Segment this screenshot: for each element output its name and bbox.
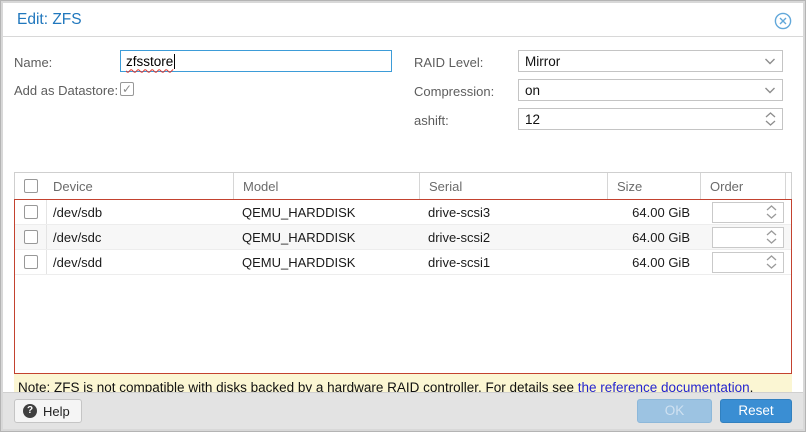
- chevron-up-down-icon[interactable]: [766, 253, 777, 272]
- question-circle-icon: ?: [23, 404, 37, 418]
- note-suffix: .: [750, 380, 754, 393]
- raid-level-combobox[interactable]: Mirror: [518, 50, 783, 72]
- cell-size: 64.00 GiB: [607, 200, 700, 224]
- order-spinner[interactable]: [712, 252, 784, 273]
- cell-serial: drive-scsi1: [419, 250, 607, 274]
- note-text: Note: ZFS is not compatible with disks b…: [18, 380, 578, 393]
- ashift-row: ashift: 12: [414, 108, 783, 130]
- column-header-device[interactable]: Device: [47, 173, 233, 199]
- select-all-checkbox[interactable]: [24, 179, 38, 193]
- dialog-content: Name: zfsstore Add as Datastore: RAID Le…: [3, 37, 803, 392]
- add-datastore-label: Add as Datastore:: [14, 79, 120, 99]
- row-checkbox[interactable]: [24, 230, 38, 244]
- compression-value: on: [525, 83, 540, 98]
- ashift-value: 12: [525, 112, 540, 127]
- add-datastore-checkbox[interactable]: [120, 82, 134, 96]
- compression-row: Compression: on: [414, 79, 783, 101]
- disk-table-header: Device Model Serial Size Order: [14, 172, 792, 199]
- chevron-up-down-icon[interactable]: [765, 109, 776, 129]
- table-row[interactable]: /dev/sdc QEMU_HARDDISK drive-scsi2 64.00…: [15, 225, 791, 250]
- cell-model: QEMU_HARDDISK: [233, 200, 419, 224]
- help-button-label: Help: [43, 404, 70, 419]
- compression-label: Compression:: [414, 80, 518, 100]
- dialog-frame: Edit: ZFS Name: zfsstore: [0, 0, 806, 432]
- dialog-title: Edit: ZFS: [17, 11, 82, 29]
- order-spinner[interactable]: [712, 227, 784, 248]
- name-input[interactable]: zfsstore: [120, 50, 392, 72]
- ashift-spinner[interactable]: 12: [518, 108, 783, 130]
- name-row: Name: zfsstore: [14, 50, 392, 72]
- cell-model: QEMU_HARDDISK: [233, 250, 419, 274]
- cell-device: /dev/sdb: [47, 200, 233, 224]
- cell-size: 64.00 GiB: [607, 250, 700, 274]
- cell-serial: drive-scsi3: [419, 200, 607, 224]
- disk-table-body: /dev/sdb QEMU_HARDDISK drive-scsi3 64.00…: [14, 199, 792, 374]
- name-input-value: zfsstore: [126, 54, 173, 69]
- form-right-column: RAID Level: Mirror Compression: on: [414, 50, 792, 137]
- row-checkbox[interactable]: [24, 255, 38, 269]
- dialog-titlebar: Edit: ZFS: [3, 3, 803, 37]
- table-row[interactable]: /dev/sdd QEMU_HARDDISK drive-scsi1 64.00…: [15, 250, 791, 275]
- form-left-column: Name: zfsstore Add as Datastore:: [14, 50, 392, 137]
- disk-table: Device Model Serial Size Order /dev/sdb …: [14, 172, 792, 374]
- text-caret: [174, 54, 175, 69]
- raid-level-row: RAID Level: Mirror: [414, 50, 783, 72]
- raid-level-value: Mirror: [525, 54, 560, 69]
- chevron-up-down-icon[interactable]: [766, 228, 777, 247]
- column-header-size[interactable]: Size: [607, 173, 700, 199]
- cell-model: QEMU_HARDDISK: [233, 225, 419, 249]
- order-spinner[interactable]: [712, 202, 784, 223]
- close-icon[interactable]: [774, 12, 792, 30]
- ok-button[interactable]: OK: [637, 399, 712, 423]
- table-row[interactable]: /dev/sdb QEMU_HARDDISK drive-scsi3 64.00…: [15, 200, 791, 225]
- column-header-order[interactable]: Order: [700, 173, 785, 199]
- cell-size: 64.00 GiB: [607, 225, 700, 249]
- raid-level-label: RAID Level:: [414, 51, 518, 71]
- column-header-serial[interactable]: Serial: [419, 173, 607, 199]
- zfs-note: Note: ZFS is not compatible with disks b…: [14, 374, 792, 392]
- cell-serial: drive-scsi2: [419, 225, 607, 249]
- reference-documentation-link[interactable]: the reference documentation: [578, 380, 750, 393]
- help-button[interactable]: ? Help: [14, 399, 82, 423]
- edit-zfs-dialog: Edit: ZFS Name: zfsstore: [3, 3, 803, 429]
- chevron-down-icon[interactable]: [764, 80, 776, 100]
- column-header-spacer: [785, 173, 791, 199]
- ashift-label: ashift:: [414, 109, 518, 129]
- column-header-model[interactable]: Model: [233, 173, 419, 199]
- compression-combobox[interactable]: on: [518, 79, 783, 101]
- chevron-down-icon[interactable]: [764, 51, 776, 71]
- cell-device: /dev/sdc: [47, 225, 233, 249]
- chevron-up-down-icon[interactable]: [766, 203, 777, 222]
- row-checkbox[interactable]: [24, 205, 38, 219]
- zfs-form: Name: zfsstore Add as Datastore: RAID Le…: [14, 50, 792, 137]
- dialog-footer: ? Help OK Reset: [3, 392, 803, 429]
- reset-button[interactable]: Reset: [720, 399, 792, 423]
- add-datastore-row: Add as Datastore:: [14, 79, 392, 99]
- name-label: Name:: [14, 51, 120, 71]
- cell-device: /dev/sdd: [47, 250, 233, 274]
